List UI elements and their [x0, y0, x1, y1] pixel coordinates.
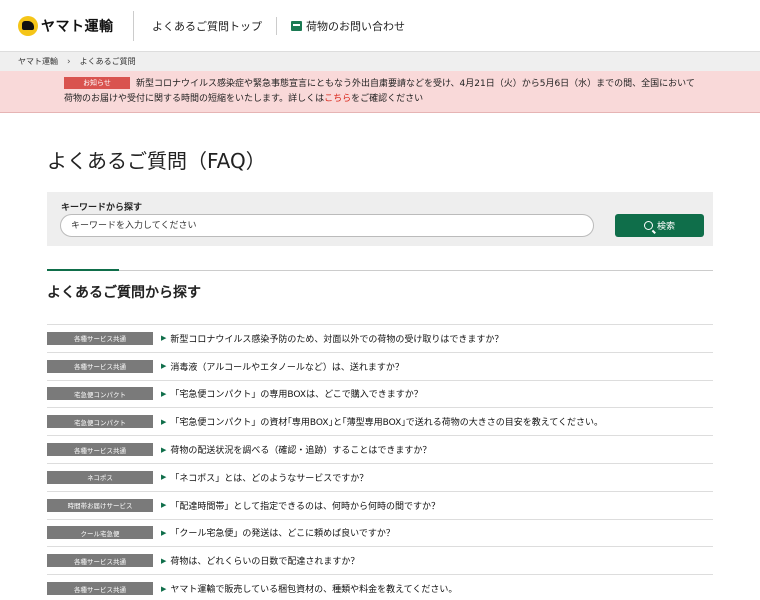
nav-faq-top[interactable]: よくあるご質問トップ: [134, 16, 277, 35]
faq-item[interactable]: ネコポス ▶ 「ネコポス」とは、どのようなサービスですか？: [47, 464, 713, 492]
search-icon: [643, 221, 653, 230]
faq-item[interactable]: 宅急便コンパクト ▶ 「宅急便コンパクト」の専用BOXは、どこで購入できますか？: [47, 381, 713, 409]
faq-question-link[interactable]: ヤマト運輸で販売している梱包資材の、種類や料金を教えてください。: [170, 582, 457, 595]
faq-item[interactable]: 各種サービス共通 ▶ 荷物の配送状況を調べる（確認・追跡）することはできますか？: [47, 436, 713, 464]
faq-category-badge: 各種サービス共通: [47, 359, 153, 373]
notice-badge: お知らせ: [64, 77, 130, 89]
faq-category-badge: 各種サービス共通: [47, 331, 153, 345]
notice-text: 新型コロナウイルス感染症や緊急事態宣言にともなう外出自粛要請などを受け、4月21…: [64, 77, 696, 107]
tab-active-indicator: [47, 269, 119, 271]
faq-item[interactable]: 宅急便コンパクト ▶ 「宅急便コンパクト」の資材｢専用BOX｣と｢薄型専用BOX…: [47, 408, 713, 437]
faq-question-link[interactable]: 「ネコポス」とは、どのようなサービスですか？: [170, 471, 368, 484]
faq-item[interactable]: 各種サービス共通 ▶ 荷物は、どれくらいの日数で配達されますか？: [47, 547, 713, 576]
search-button[interactable]: 検索: [615, 214, 704, 237]
search-input[interactable]: [60, 214, 594, 237]
faq-question-link[interactable]: 荷物の配送状況を調べる（確認・追跡）することはできますか？: [170, 443, 431, 456]
notice-suffix: をご確認ください: [351, 94, 424, 104]
faq-item[interactable]: 時間帯お届けサービス ▶ 「配達時間帯」として指定できるのは、何時から何時の間で…: [47, 492, 713, 520]
arrow-right-icon: ▶: [161, 584, 167, 593]
faq-category-badge: クール宅急便: [47, 526, 153, 540]
breadcrumb: ヤマト運輸 › よくあるご質問: [0, 52, 760, 71]
logo-text: ヤマト運輸: [41, 18, 114, 35]
yamato-logo[interactable]: ヤマト運輸: [0, 10, 134, 41]
faq-item[interactable]: 各種サービス共通 ▶ ヤマト運輸で販売している梱包資材の、種類や料金を教えてくだ…: [47, 575, 713, 600]
faq-list: 各種サービス共通 ▶ 新型コロナウイルス感染予防のため、対面以外での荷物の受け取…: [47, 324, 713, 600]
search-button-label: 検索: [656, 222, 675, 232]
arrow-right-icon: ▶: [161, 389, 167, 398]
faq-question-link[interactable]: 「宅急便コンパクト」の資材｢専用BOX｣と｢薄型専用BOX｣で送れる荷物の大きさ…: [170, 415, 603, 428]
faq-question-link[interactable]: 新型コロナウイルス感染予防のため、対面以外での荷物の受け取りはできますか？: [170, 332, 503, 345]
site-header: ヤマト運輸 よくあるご質問トップ 荷物のお問い合わせ: [0, 0, 760, 52]
tab-divider: [47, 270, 713, 271]
arrow-right-icon: ▶: [161, 334, 167, 343]
arrow-right-icon: ▶: [161, 445, 167, 454]
faq-category-badge: 各種サービス共通: [47, 554, 153, 568]
notice-banner: お知らせ 新型コロナウイルス感染症や緊急事態宣言にともなう外出自粛要請などを受け…: [0, 71, 760, 113]
faq-item[interactable]: 各種サービス共通 ▶ 消毒液（アルコールやエタノールなど）は、送れますか？: [47, 353, 713, 381]
chevron-right-icon: ›: [67, 56, 71, 67]
nav-package-inquiry-label: 荷物のお問い合わせ: [306, 19, 405, 33]
arrow-right-icon: ▶: [161, 556, 167, 565]
faq-item[interactable]: クール宅急便 ▶ 「クール宅急便」の発送は、どこに頼めば良いですか？: [47, 520, 713, 548]
search-label: キーワードから探す: [61, 203, 143, 213]
faq-category-badge: 各種サービス共通: [47, 443, 153, 457]
arrow-right-icon: ▶: [161, 417, 167, 426]
section-title: よくあるご質問から探す: [47, 285, 201, 301]
arrow-right-icon: ▶: [161, 501, 167, 510]
faq-question-link[interactable]: 「宅急便コンパクト」の専用BOXは、どこで購入できますか？: [170, 387, 422, 400]
black-cat-logo-icon: [18, 15, 38, 36]
notice-link[interactable]: こちら: [324, 94, 351, 104]
faq-question-link[interactable]: 「クール宅急便」の発送は、どこに頼めば良いですか？: [170, 526, 394, 539]
faq-category-badge: 時間帯お届けサービス: [47, 498, 153, 512]
faq-item[interactable]: 各種サービス共通 ▶ 新型コロナウイルス感染予防のため、対面以外での荷物の受け取…: [47, 325, 713, 353]
package-icon: [291, 20, 302, 31]
breadcrumb-current: よくあるご質問: [79, 57, 136, 66]
page-title: よくあるご質問（FAQ）: [47, 149, 266, 173]
nav-package-inquiry[interactable]: 荷物のお問い合わせ: [277, 17, 419, 35]
arrow-right-icon: ▶: [161, 528, 167, 537]
faq-question-link[interactable]: 荷物は、どれくらいの日数で配達されますか？: [170, 554, 359, 567]
faq-category-badge: 各種サービス共通: [47, 582, 153, 596]
arrow-right-icon: ▶: [161, 473, 167, 482]
faq-question-link[interactable]: 消毒液（アルコールやエタノールなど）は、送れますか？: [170, 360, 403, 373]
faq-category-badge: 宅急便コンパクト: [47, 387, 153, 401]
arrow-right-icon: ▶: [161, 362, 167, 371]
faq-category-badge: ネコポス: [47, 470, 153, 484]
breadcrumb-home[interactable]: ヤマト運輸: [18, 56, 58, 67]
keyword-search-panel: キーワードから探す 検索: [47, 192, 713, 246]
faq-category-badge: 宅急便コンパクト: [47, 415, 153, 429]
faq-question-link[interactable]: 「配達時間帯」として指定できるのは、何時から何時の間ですか？: [170, 499, 440, 512]
